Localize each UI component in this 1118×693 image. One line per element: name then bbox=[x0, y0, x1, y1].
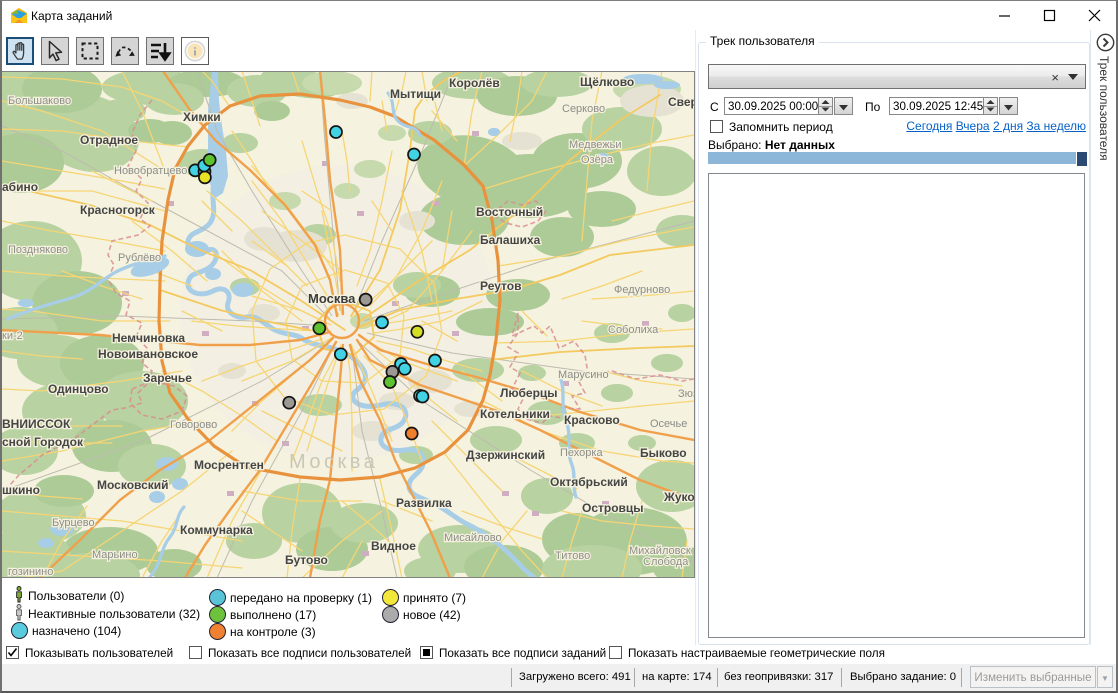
svg-text:Видное: Видное bbox=[371, 539, 416, 553]
svg-text:Свер: Свер bbox=[668, 95, 694, 109]
svg-text:сной Городок: сной Городок bbox=[2, 435, 84, 449]
svg-text:ки-2: ки-2 bbox=[2, 330, 23, 342]
svg-text:Люберцы: Люберцы bbox=[500, 386, 558, 400]
svg-text:Балашиха: Балашиха bbox=[480, 233, 541, 247]
svg-text:Реутов: Реутов bbox=[480, 279, 521, 293]
svg-text:Пехорка: Пехорка bbox=[560, 447, 603, 459]
svg-text:Красково: Красково bbox=[564, 413, 620, 427]
svg-text:Мытищи: Мытищи bbox=[390, 87, 441, 101]
svg-text:Медвежьи: Медвежьи bbox=[569, 139, 622, 151]
svg-text:абино: абино bbox=[2, 180, 38, 194]
svg-text:Коммунарка: Коммунарка bbox=[180, 523, 253, 537]
svg-text:Москва: Москва bbox=[289, 451, 378, 473]
svg-text:Красногорск: Красногорск bbox=[80, 203, 156, 217]
svg-text:Озёра: Озёра bbox=[581, 154, 614, 166]
svg-text:Мисайлово: Мисайлово bbox=[444, 532, 502, 544]
svg-text:Заречье: Заречье bbox=[143, 371, 192, 385]
svg-text:Жуко: Жуко bbox=[663, 490, 694, 504]
svg-text:Федурново: Федурново bbox=[614, 284, 670, 296]
svg-text:Немчиновка: Немчиновка bbox=[112, 331, 185, 345]
svg-text:Одинцово: Одинцово bbox=[48, 382, 109, 396]
svg-text:Восточный: Восточный bbox=[476, 205, 543, 219]
svg-text:Котельники: Котельники bbox=[480, 407, 550, 421]
svg-text:Химки: Химки bbox=[183, 110, 221, 124]
svg-text:Мосрентген: Мосрентген bbox=[194, 458, 264, 472]
svg-text:Слобода: Слобода bbox=[643, 556, 689, 568]
svg-text:Новоивановское: Новоивановское bbox=[98, 347, 198, 361]
svg-text:Большаково: Большаково bbox=[8, 95, 71, 107]
svg-text:Бутово: Бутово bbox=[285, 553, 328, 567]
svg-text:Марусино: Марусино bbox=[558, 369, 609, 381]
svg-text:Островцы: Островцы bbox=[582, 501, 644, 515]
svg-text:Серково: Серково bbox=[562, 103, 605, 115]
svg-text:Дзержинский: Дзержинский bbox=[466, 448, 545, 462]
svg-text:Титово: Титово bbox=[555, 550, 590, 562]
svg-text:Октябрьский: Октябрьский bbox=[550, 475, 628, 489]
svg-text:Развилка: Развилка bbox=[396, 496, 452, 510]
svg-text:Говорово: Говорово bbox=[170, 419, 217, 431]
svg-text:Рублёво: Рублёво bbox=[118, 252, 161, 264]
svg-text:Марьино: Марьино bbox=[92, 549, 138, 561]
svg-text:Отрадное: Отрадное bbox=[80, 133, 138, 147]
svg-text:шкино: шкино bbox=[2, 483, 40, 497]
svg-text:Бурцево: Бурцево bbox=[52, 517, 95, 529]
svg-text:Щёлково: Щёлково bbox=[580, 75, 634, 89]
svg-text:Москва: Москва bbox=[308, 291, 356, 306]
svg-text:Быково: Быково bbox=[640, 446, 687, 460]
svg-text:Зюз: Зюз bbox=[678, 388, 694, 400]
svg-text:Московский: Московский bbox=[97, 478, 169, 492]
svg-text:Новобратцево: Новобратцево bbox=[114, 165, 187, 177]
svg-text:гозинино: гозинино bbox=[8, 566, 53, 578]
svg-text:Осечье: Осечье bbox=[650, 418, 687, 430]
svg-text:Соболиха: Соболиха bbox=[608, 324, 659, 336]
svg-text:ВНИИССОК: ВНИИССОК bbox=[2, 417, 71, 431]
svg-text:Поздняково: Поздняково bbox=[8, 244, 68, 256]
svg-text:Королёв: Королёв bbox=[449, 76, 500, 90]
